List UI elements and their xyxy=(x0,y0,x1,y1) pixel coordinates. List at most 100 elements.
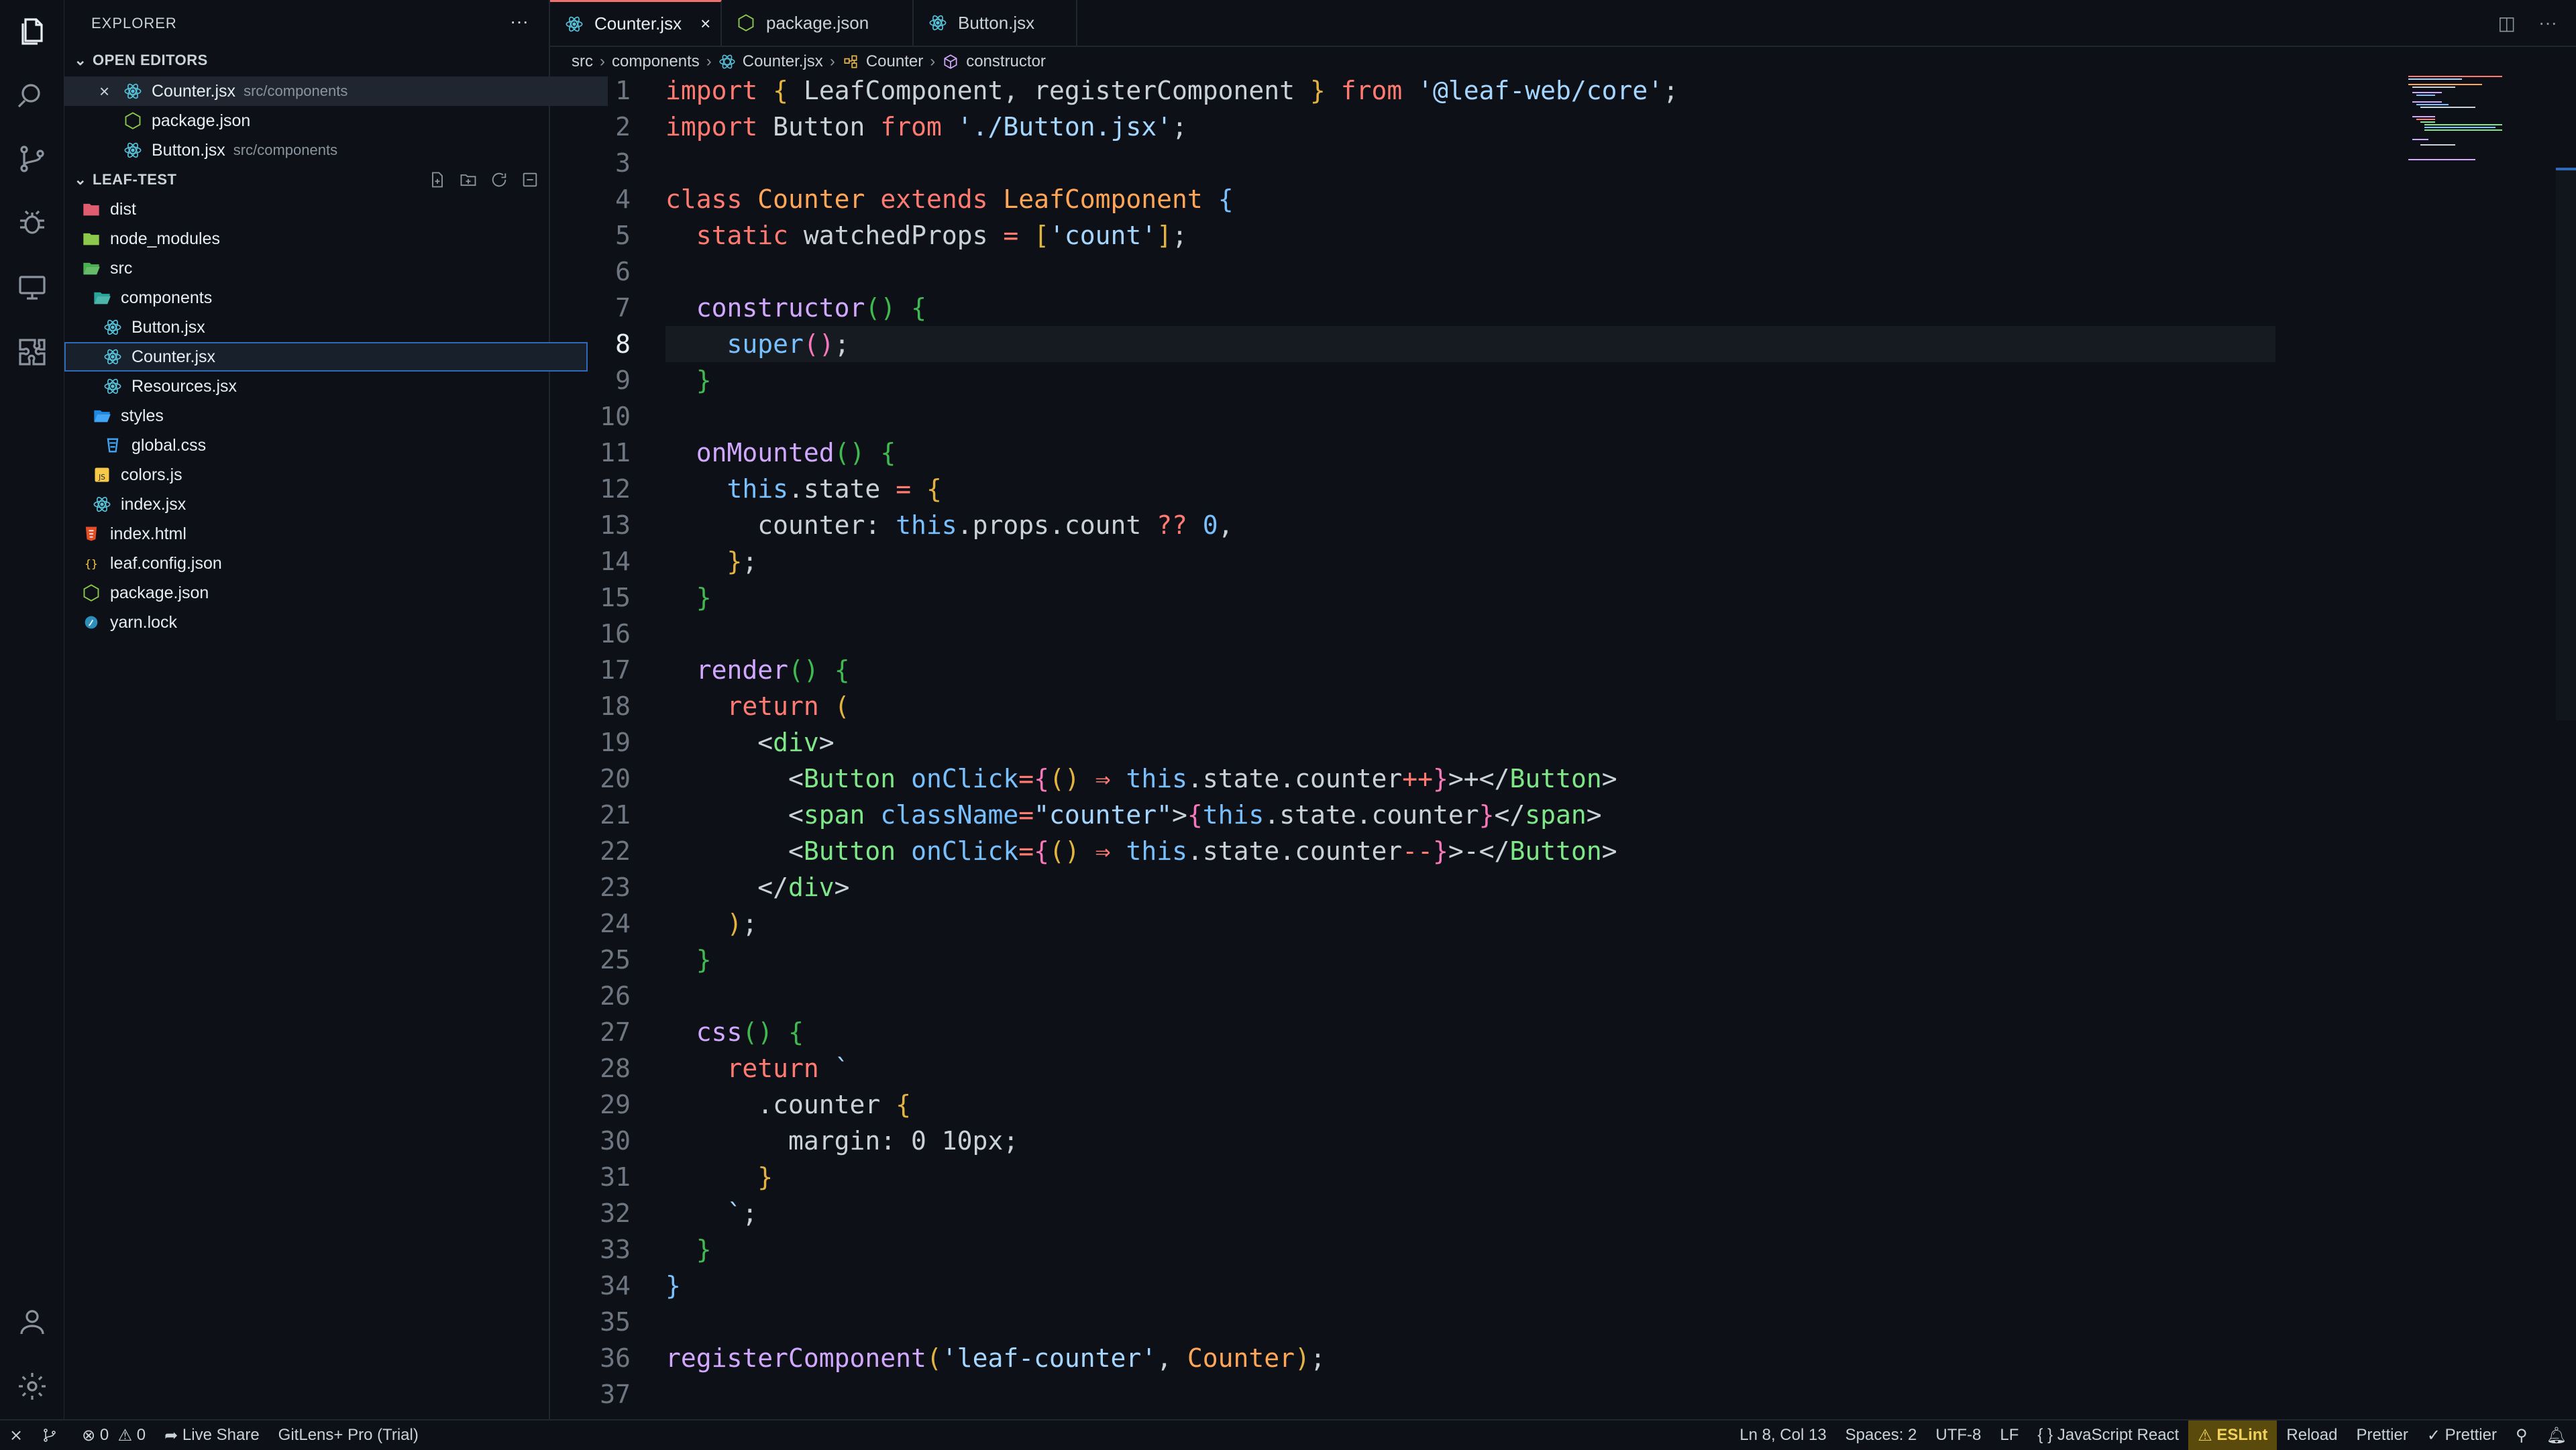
code-line[interactable]: 15 } xyxy=(550,579,2536,616)
tab-close-icon[interactable]: × xyxy=(700,13,710,34)
sidebar-more-icon[interactable]: ··· xyxy=(510,11,529,32)
code-line[interactable]: 10 xyxy=(550,398,2536,435)
collapse-all-icon[interactable] xyxy=(521,170,539,193)
code-line[interactable]: 37 xyxy=(550,1376,2536,1412)
problems-status[interactable]: ⊗ 0 ⚠ 0 xyxy=(72,1420,155,1450)
tree-file-index-html[interactable]: index.html xyxy=(64,519,566,549)
breadcrumb-item[interactable]: Counter xyxy=(866,52,923,71)
open-editor-counter[interactable]: × Counter.jsx src/components xyxy=(64,76,608,106)
new-file-icon[interactable] xyxy=(428,170,447,193)
tree-folder-dist[interactable]: dist xyxy=(64,194,566,224)
tab-package-json[interactable]: package.json xyxy=(722,0,914,46)
code-line[interactable]: 14 }; xyxy=(550,543,2536,579)
reload-button[interactable]: Reload xyxy=(2277,1420,2347,1450)
code-line[interactable]: 19 <div> xyxy=(550,724,2536,761)
code-line[interactable]: 13 counter: this.props.count ?? 0, xyxy=(550,507,2536,543)
code-line[interactable]: 7 constructor() { xyxy=(550,290,2536,326)
code-line[interactable]: 28 return ` xyxy=(550,1050,2536,1086)
search-icon[interactable] xyxy=(15,79,49,113)
breadcrumb-item[interactable]: components xyxy=(612,52,700,71)
tree-folder-node-modules[interactable]: node_modules xyxy=(64,224,566,254)
code-line[interactable]: 20 <Button onClick={() ⇒ this.state.coun… xyxy=(550,761,2536,797)
code-line[interactable]: 2 import Button from './Button.jsx'; xyxy=(550,109,2536,145)
code-line[interactable]: 18 return ( xyxy=(550,688,2536,724)
code-line-current[interactable]: 8 super(); xyxy=(550,326,2536,362)
tree-folder-styles[interactable]: styles xyxy=(64,401,577,431)
code-line[interactable]: 11 onMounted() { xyxy=(550,435,2536,471)
code-line[interactable]: 22 <Button onClick={() ⇒ this.state.coun… xyxy=(550,833,2536,869)
extensions-icon[interactable] xyxy=(15,335,49,369)
indentation[interactable]: Spaces: 2 xyxy=(1836,1420,1927,1450)
code-line[interactable]: 31 } xyxy=(550,1159,2536,1195)
notifications-button[interactable]: 🔔︎ xyxy=(2537,1420,2576,1450)
live-share-button[interactable]: ➦ Live Share xyxy=(155,1420,269,1450)
code-line[interactable]: 35 xyxy=(550,1304,2536,1340)
prettier-status[interactable]: Prettier xyxy=(2347,1420,2417,1450)
code-line[interactable]: 24 ); xyxy=(550,905,2536,942)
code-line[interactable]: 29 .counter { xyxy=(550,1086,2536,1123)
tree-file-index-jsx[interactable]: index.jsx xyxy=(64,490,577,519)
split-editor-icon[interactable]: ◫ xyxy=(2498,12,2516,34)
code-line[interactable]: 4 class Counter extends LeafComponent { xyxy=(550,181,2536,217)
end-of-line[interactable]: LF xyxy=(1990,1420,2028,1450)
account-icon[interactable] xyxy=(15,1305,49,1339)
new-folder-icon[interactable] xyxy=(459,170,478,193)
code-line[interactable]: 6 xyxy=(550,254,2536,290)
prettier-formatter[interactable]: ✓ Prettier xyxy=(2418,1420,2506,1450)
code-line[interactable]: 30 margin: 0 10px; xyxy=(550,1123,2536,1159)
feedback-button[interactable]: ⚲ xyxy=(2506,1420,2537,1450)
breadcrumb-item[interactable]: constructor xyxy=(966,52,1046,71)
code-line[interactable]: 1 import { LeafComponent, registerCompone… xyxy=(550,72,2536,109)
tree-file-leaf-config[interactable]: {} leaf.config.json xyxy=(64,549,566,578)
tree-folder-components[interactable]: components xyxy=(64,283,577,313)
tree-folder-src[interactable]: src xyxy=(64,254,566,283)
remote-indicator[interactable]: ⨯ xyxy=(0,1420,32,1450)
tab-button-jsx[interactable]: Button.jsx xyxy=(914,0,1077,46)
gitlens-status[interactable]: GitLens+ Pro (Trial) xyxy=(269,1420,428,1450)
source-control-icon[interactable] xyxy=(15,142,49,176)
code-line[interactable]: 23 </div> xyxy=(550,869,2536,905)
language-mode[interactable]: { } JavaScript React xyxy=(2028,1420,2188,1450)
tree-file-colors-js[interactable]: JS colors.js xyxy=(64,460,577,490)
tree-file-resources-jsx[interactable]: Resources.jsx xyxy=(64,372,588,401)
explorer-icon[interactable] xyxy=(15,15,49,48)
code-line[interactable]: 34} xyxy=(550,1268,2536,1304)
open-editors-header[interactable]: ⌄ OPEN EDITORS xyxy=(64,47,549,74)
breadcrumb-item[interactable]: src xyxy=(572,52,593,71)
tree-file-package-json[interactable]: package.json xyxy=(64,578,566,608)
code-line[interactable]: 16 xyxy=(550,616,2536,652)
project-header[interactable]: ⌄ LEAF-TEST xyxy=(64,166,549,193)
code-line[interactable]: 12 this.state = { xyxy=(550,471,2536,507)
code-line[interactable]: 33 } xyxy=(550,1231,2536,1268)
tree-file-yarn-lock[interactable]: yarn.lock xyxy=(64,608,566,637)
tree-file-global-css[interactable]: global.css xyxy=(64,431,588,460)
code-line[interactable]: 17 render() { xyxy=(550,652,2536,688)
code-line[interactable]: 21 <span className="counter">{this.state… xyxy=(550,797,2536,833)
breadcrumb-item[interactable]: Counter.jsx xyxy=(743,52,823,71)
minimap[interactable] xyxy=(2402,72,2563,341)
code-line[interactable]: 26 xyxy=(550,978,2536,1014)
code-line[interactable]: 36 registerComponent('leaf-counter', Coun… xyxy=(550,1340,2536,1376)
settings-gear-icon[interactable] xyxy=(15,1370,49,1403)
open-editor-button[interactable]: Button.jsx src/components xyxy=(64,135,608,165)
code-line[interactable]: 3 xyxy=(550,145,2536,181)
code-line[interactable]: 25 } xyxy=(550,942,2536,978)
close-icon[interactable]: × xyxy=(99,81,109,102)
eslint-status[interactable]: ⚠ ESLint xyxy=(2188,1420,2277,1450)
code-line[interactable]: 9 } xyxy=(550,362,2536,398)
cursor-position[interactable]: Ln 8, Col 13 xyxy=(1730,1420,1835,1450)
code-line[interactable]: 5 static watchedProps = ['count']; xyxy=(550,217,2536,254)
more-actions-icon[interactable]: ··· xyxy=(2538,12,2557,34)
editor-scrollbar[interactable] xyxy=(2556,168,2576,720)
tab-counter-jsx[interactable]: Counter.jsx × xyxy=(550,0,722,46)
code-line[interactable]: 27 css() { xyxy=(550,1014,2536,1050)
open-editor-package-json[interactable]: package.json xyxy=(64,106,608,135)
encoding[interactable]: UTF-8 xyxy=(1926,1420,1990,1450)
remote-explorer-icon[interactable] xyxy=(15,271,49,304)
code-editor[interactable]: 1 import { LeafComponent, registerCompone… xyxy=(550,72,2563,1419)
tree-file-button-jsx[interactable]: Button.jsx xyxy=(64,313,588,342)
sync-status[interactable] xyxy=(32,1420,72,1450)
refresh-icon[interactable] xyxy=(490,170,508,193)
debug-icon[interactable] xyxy=(15,207,49,240)
code-line[interactable]: 32 `; xyxy=(550,1195,2536,1231)
